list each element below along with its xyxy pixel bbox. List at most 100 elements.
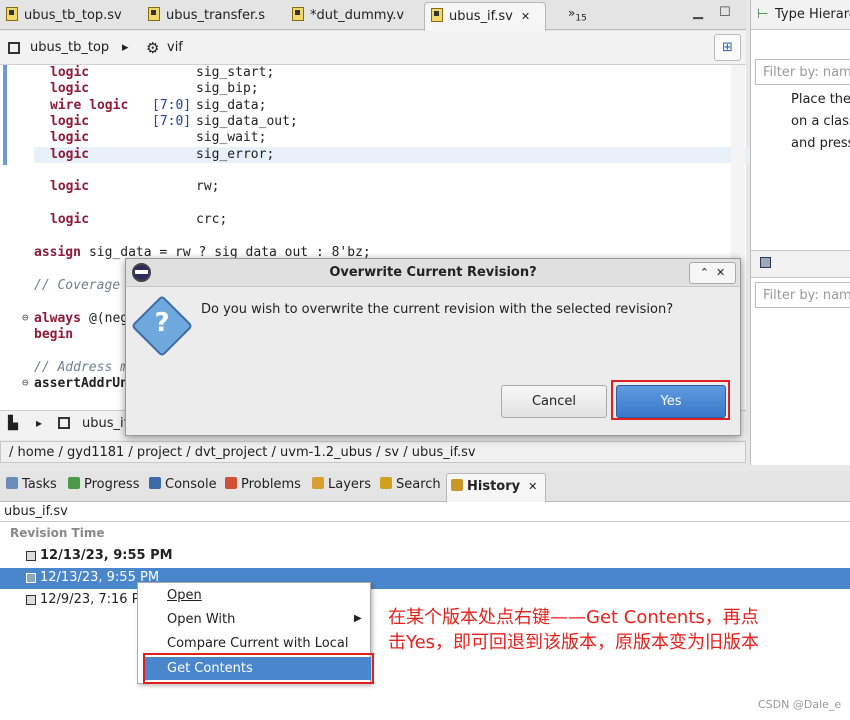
- code-line: logic crc;: [0, 212, 730, 228]
- type-hierarchy-pane: ⊢ Type Hierarc Filter by: name Place the…: [750, 0, 850, 465]
- progress-icon: [68, 477, 80, 489]
- module-icon: [8, 42, 20, 54]
- editor-tab-bar: ubus_tb_top.sv ubus_transfer.s *dut_dumm…: [0, 0, 746, 31]
- tab-layers[interactable]: Layers: [312, 477, 371, 492]
- code-identifier: sig_data;: [196, 98, 267, 113]
- history-row-selected[interactable]: 12/13/23, 9:55 PM: [0, 568, 850, 589]
- outline-filter-input[interactable]: Filter by: name: [755, 282, 850, 308]
- cancel-button[interactable]: Cancel: [501, 385, 607, 418]
- hierarchy-filter-input[interactable]: Filter by: name: [755, 59, 850, 85]
- type-hierarchy-header: ⊢ Type Hierarc: [751, 0, 850, 30]
- code-keyword: logic: [50, 114, 90, 129]
- layers-icon: [312, 477, 324, 489]
- revision-icon: [26, 595, 36, 605]
- code-keyword: assign: [34, 245, 81, 260]
- minimize-icon[interactable]: ▁: [693, 5, 703, 20]
- history-file-name: ubus_if.sv: [4, 504, 68, 519]
- code-range: [7:0]: [152, 114, 192, 129]
- history-row[interactable]: 12/13/23, 9:55 PM: [0, 546, 850, 567]
- tab-ubus-if[interactable]: ubus_if.sv ✕: [424, 2, 546, 31]
- breadcrumb-module[interactable]: ubus_tb_top: [30, 40, 109, 55]
- code-keyword: logic: [50, 130, 90, 145]
- code-identifier: sig_bip;: [196, 81, 259, 96]
- close-icon[interactable]: ✕: [528, 480, 537, 493]
- menu-item-compare-current-with-local[interactable]: Compare Current with Local: [167, 636, 348, 651]
- outline-icon: ▙: [8, 416, 18, 431]
- code-line: assertAddrUn: [34, 376, 128, 391]
- code-identifier: sig_data_out;: [196, 114, 298, 129]
- file-path: / home / gyd1181 / project / dvt_project…: [9, 445, 476, 460]
- close-icon[interactable]: ✕: [521, 10, 530, 23]
- code-comment: // Address m: [34, 360, 128, 375]
- menu-item-open-with[interactable]: Open With: [167, 612, 235, 627]
- code-keyword: logic: [50, 179, 90, 194]
- menu-item-open[interactable]: Open: [167, 588, 202, 603]
- code-line: always @(neg: [34, 311, 128, 327]
- code-comment: // Coverage: [34, 278, 121, 293]
- code-keyword: logic: [50, 147, 90, 162]
- fold-toggle-icon[interactable]: ⊖: [22, 311, 29, 324]
- tab-problems[interactable]: Problems: [225, 477, 301, 492]
- history-icon: [451, 479, 463, 491]
- code-keyword: logic: [50, 212, 90, 227]
- code-keyword: logic: [50, 65, 90, 80]
- help-text-line: Place the: [791, 92, 850, 107]
- code-identifier: crc;: [196, 212, 228, 227]
- tab-search[interactable]: Search: [380, 477, 441, 492]
- code-identifier: rw;: [196, 179, 220, 194]
- tab-ubus-tb-top[interactable]: ubus_tb_top.sv: [0, 2, 122, 30]
- module-icon: [58, 417, 70, 429]
- hierarchy-icon: ⊢: [757, 7, 769, 22]
- problems-icon: [225, 477, 237, 489]
- revision-icon: [26, 551, 36, 561]
- code-line: logic sig_error;: [34, 147, 764, 163]
- breadcrumb-instance[interactable]: vif: [167, 40, 183, 55]
- panel-tab-bar: Tasks Progress Console Problems Layers S…: [0, 471, 850, 503]
- tab-tasks[interactable]: Tasks: [6, 477, 57, 492]
- code-line: logic rw;: [0, 179, 730, 195]
- tab-dut-dummy[interactable]: *dut_dummy.v: [286, 2, 404, 30]
- maximize-icon[interactable]: ☐: [719, 5, 731, 20]
- code-line: logic sig_wait;: [0, 130, 730, 146]
- code-expression: @(neg: [88, 311, 129, 326]
- outline-label[interactable]: ubus_if: [82, 416, 128, 431]
- sv-file-icon: [6, 7, 18, 21]
- code-line: logic sig_bip;: [0, 81, 730, 97]
- gear-icon: ⚙: [146, 39, 160, 57]
- revision-icon: [26, 573, 36, 583]
- question-mark: ?: [154, 308, 170, 338]
- tab-ubus-transfer[interactable]: ubus_transfer.s: [142, 2, 265, 30]
- highlight-box-get-contents: [143, 653, 374, 684]
- console-icon: [149, 477, 161, 489]
- sv-file-icon: [148, 7, 160, 21]
- help-text-line: and press: [791, 136, 850, 151]
- fold-toggle-icon[interactable]: ⊖: [22, 376, 29, 389]
- code-line: wire logic [7:0] sig_data;: [0, 98, 730, 114]
- breadcrumb: ubus_tb_top ▸ ⚙ vif ⊞: [0, 31, 746, 65]
- tab-progress[interactable]: Progress: [68, 477, 139, 492]
- submenu-arrow-icon: ▶: [354, 613, 362, 624]
- code-line: logic sig_start;: [0, 65, 730, 81]
- tab-console[interactable]: Console: [149, 477, 217, 492]
- dialog-message: Do you wish to overwrite the current rev…: [201, 302, 674, 317]
- type-hierarchy-title[interactable]: Type Hierarc: [775, 7, 850, 22]
- code-line: logic [7:0] sig_data_out;: [0, 114, 730, 130]
- sv-file-icon: [431, 8, 443, 22]
- hierarchy-toggle-button[interactable]: ⊞: [714, 34, 741, 61]
- code-keyword: begin: [34, 327, 74, 342]
- code-identifier: sig_error;: [196, 147, 275, 162]
- file-path-bar: / home / gyd1181 / project / dvt_project…: [0, 441, 746, 463]
- tab-history[interactable]: History ✕: [446, 473, 547, 503]
- revision-time-column-header[interactable]: Revision Time: [10, 526, 104, 540]
- search-icon: [380, 477, 392, 489]
- code-identifier: sig_wait;: [196, 130, 267, 145]
- code-identifier: sig_start;: [196, 65, 275, 80]
- chevron-right-icon: ▸: [122, 40, 129, 55]
- outline-pane-header: [751, 250, 850, 278]
- highlight-box-yes: [611, 380, 730, 420]
- tasks-icon: [6, 477, 18, 489]
- tab-overflow-button[interactable]: »15: [568, 6, 587, 23]
- annotation-text: 在某个版本处点右键——Get Contents，再点 击Yes，即可回退到该版本…: [388, 605, 838, 655]
- dialog-window-controls[interactable]: ⌃ ✕: [689, 262, 736, 284]
- divider: [0, 521, 850, 522]
